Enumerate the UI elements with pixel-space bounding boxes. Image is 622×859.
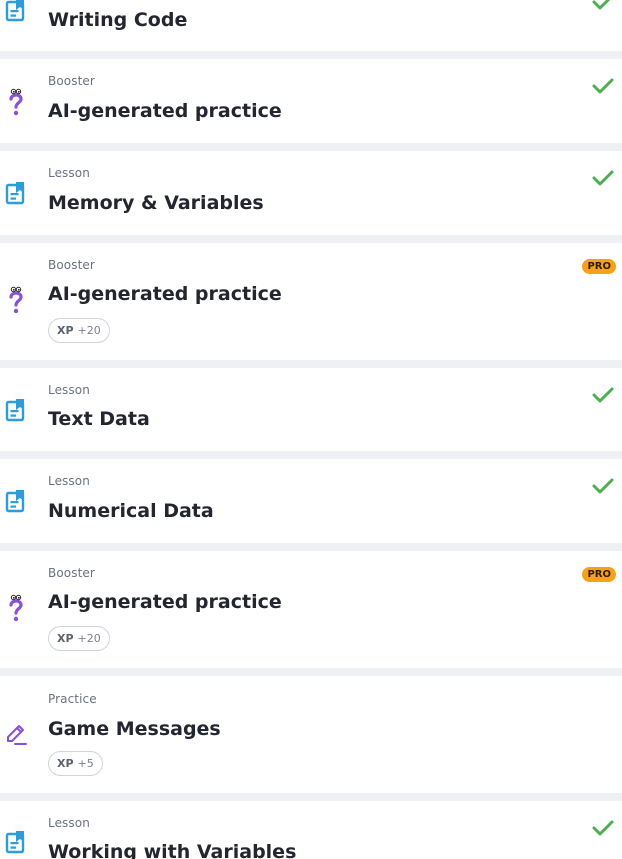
lesson-icon — [5, 398, 27, 422]
list-item[interactable]: Booster AI-generated practice — [0, 59, 622, 143]
xp-value: +20 — [77, 632, 101, 645]
lesson-icon — [5, 181, 27, 205]
item-type: Lesson — [48, 166, 90, 180]
list-item[interactable]: Lesson Numerical Data — [0, 459, 622, 543]
item-type: Lesson — [48, 383, 90, 397]
item-title: Writing Code — [48, 9, 188, 31]
lesson-list: Writing Code Booster AI-generated practi… — [0, 0, 622, 859]
booster-question-icon — [5, 88, 27, 116]
lesson-icon — [5, 489, 27, 513]
item-type: Booster — [48, 566, 95, 580]
booster-question-icon — [5, 286, 27, 314]
list-item[interactable]: Lesson Working with Variables — [0, 801, 622, 859]
check-icon — [592, 477, 614, 495]
item-type: Lesson — [48, 816, 90, 830]
item-type: Booster — [48, 258, 95, 272]
list-item[interactable]: Booster AI-generated practice PRO XP +20 — [0, 551, 622, 668]
item-title: Numerical Data — [48, 500, 214, 522]
check-icon — [592, 77, 614, 95]
list-item[interactable]: Lesson Text Data — [0, 368, 622, 451]
item-title: Game Messages — [48, 718, 221, 740]
lesson-icon — [5, 830, 27, 854]
lesson-icon — [5, 0, 27, 22]
pro-badge: PRO — [582, 259, 616, 274]
item-type: Practice — [48, 692, 97, 706]
practice-pencil-icon — [5, 722, 27, 746]
item-title: Text Data — [48, 408, 150, 430]
item-title: Working with Variables — [48, 841, 297, 859]
pro-badge: PRO — [582, 567, 616, 582]
list-item[interactable]: Practice Game Messages XP +5 — [0, 676, 622, 793]
item-title: AI-generated practice — [48, 283, 282, 305]
check-icon — [592, 169, 614, 187]
xp-value: +20 — [77, 324, 101, 337]
xp-label: XP — [57, 632, 74, 645]
xp-badge: XP +20 — [48, 318, 110, 343]
xp-label: XP — [57, 757, 74, 770]
xp-label: XP — [57, 324, 74, 337]
check-icon — [592, 819, 614, 837]
item-title: AI-generated practice — [48, 100, 282, 122]
item-type: Booster — [48, 74, 95, 88]
booster-question-icon — [5, 594, 27, 622]
item-type: Lesson — [48, 474, 90, 488]
xp-badge: XP +20 — [48, 626, 110, 651]
xp-badge: XP +5 — [48, 751, 103, 776]
list-item[interactable]: Writing Code — [0, 0, 622, 51]
xp-value: +5 — [77, 757, 94, 770]
list-item[interactable]: Booster AI-generated practice PRO XP +20 — [0, 243, 622, 360]
check-icon — [592, 386, 614, 404]
item-title: AI-generated practice — [48, 591, 282, 613]
list-item[interactable]: Lesson Memory & Variables — [0, 151, 622, 235]
item-title: Memory & Variables — [48, 192, 264, 214]
check-icon — [592, 0, 614, 11]
